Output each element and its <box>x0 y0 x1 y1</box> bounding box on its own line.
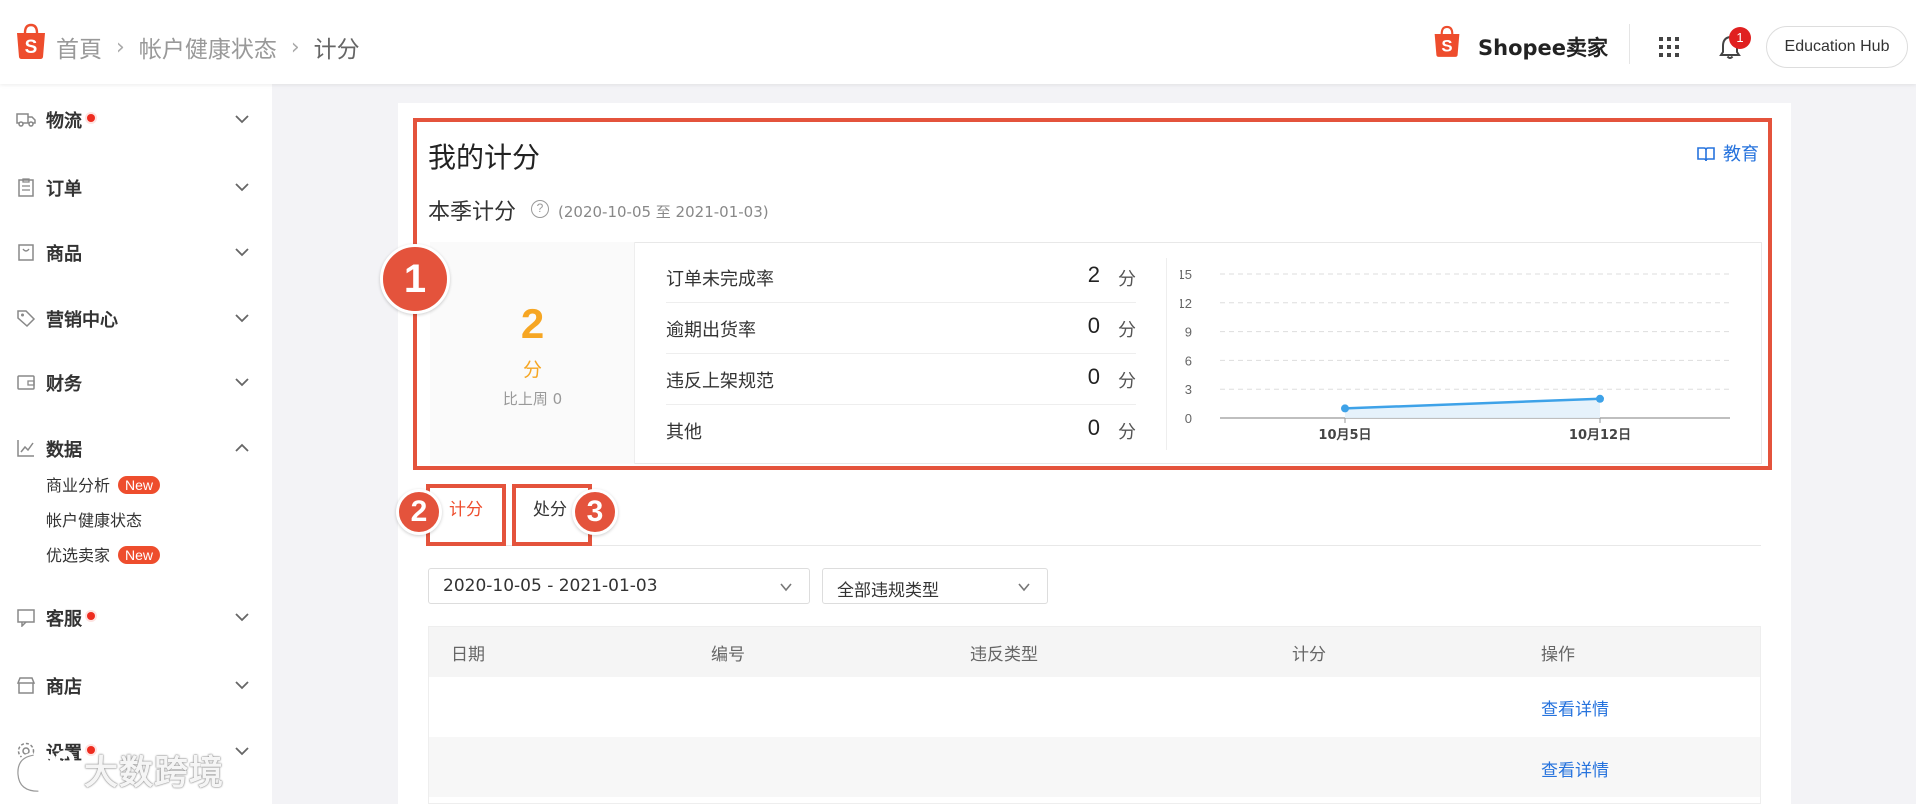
sidebar-item-products[interactable]: 商品 <box>0 232 272 272</box>
product-bag-icon <box>18 244 34 261</box>
chevron-down-icon <box>235 248 249 257</box>
notification-badge: 1 <box>1729 27 1751 49</box>
annotation-highlight-box <box>413 118 1772 470</box>
view-details-link[interactable]: 查看详情 <box>1541 695 1609 720</box>
breadcrumb-account-health[interactable]: 帐户健康状态 <box>139 30 277 64</box>
sidebar-subitem-account-health[interactable]: 帐户健康状态 <box>46 507 142 533</box>
date-range-select[interactable]: 2020-10-05 - 2021-01-03 <box>428 568 810 604</box>
wallet-icon <box>17 375 35 390</box>
brand-name: Shopee卖家 <box>1478 36 1609 60</box>
chevron-down-icon <box>1018 583 1030 592</box>
breadcrumb-separator: › <box>116 34 125 60</box>
sidebar-item-label: 营销中心 <box>46 310 118 331</box>
alert-dot <box>87 114 95 122</box>
new-badge: New <box>118 546 161 564</box>
column-header-score: 计分 <box>1292 645 1326 665</box>
top-bar: S 首頁 › 帐户健康状态 › 计分 S Shopee卖家 1 Educatio… <box>0 0 1916 84</box>
watermark-logo <box>14 750 75 795</box>
sidebar-item-marketing[interactable]: 营销中心 <box>0 298 272 338</box>
column-header-id: 编号 <box>711 645 745 665</box>
breadcrumb-separator: › <box>290 34 300 60</box>
column-header-action: 操作 <box>1541 645 1575 665</box>
new-badge: New <box>118 476 161 494</box>
truck-icon <box>16 113 36 127</box>
chevron-down-icon <box>235 183 249 192</box>
subitem-label: 优选卖家 <box>46 546 111 565</box>
sidebar-item-logistics[interactable]: 物流 <box>0 99 272 139</box>
chevron-up-icon <box>235 443 249 452</box>
chat-icon <box>17 609 35 627</box>
chevron-down-icon <box>780 583 792 592</box>
education-hub-button[interactable]: Education Hub <box>1766 26 1908 68</box>
subitem-label: 帐户健康状态 <box>46 511 143 530</box>
chevron-down-icon <box>235 378 249 387</box>
date-range-value: 2020-10-05 - 2021-01-03 <box>443 576 658 596</box>
sidebar-item-finance[interactable]: 财务 <box>0 362 272 402</box>
store-icon <box>16 677 36 694</box>
sidebar-subitem-business-insights[interactable]: 商业分析 New <box>46 472 161 498</box>
alert-dot <box>87 612 95 620</box>
svg-text:S: S <box>1441 37 1452 56</box>
chevron-down-icon <box>235 747 249 756</box>
tag-icon <box>17 310 36 328</box>
sidebar-subitem-preferred-seller[interactable]: 优选卖家 New <box>46 542 161 568</box>
column-header-date: 日期 <box>451 645 485 665</box>
header-divider <box>1629 24 1630 64</box>
column-header-violation-type: 违反类型 <box>970 645 1038 665</box>
sidebar-item-label: 客服 <box>46 609 82 630</box>
sidebar-item-customer-service[interactable]: 客服 <box>0 597 272 637</box>
sidebar-item-label: 商品 <box>46 244 82 265</box>
clipboard-icon <box>18 178 34 197</box>
chevron-down-icon <box>235 613 249 622</box>
sidebar-item-label: 数据 <box>46 440 82 461</box>
sidebar-item-label: 订单 <box>46 179 82 200</box>
view-details-link[interactable]: 查看详情 <box>1541 756 1609 781</box>
sidebar-item-data[interactable]: 数据 <box>0 428 272 468</box>
annotation-marker: 1 <box>380 244 450 314</box>
violation-type-select[interactable]: 全部违规类型 <box>822 568 1048 604</box>
annotation-marker: 3 <box>572 489 618 535</box>
breadcrumb: 首頁 › 帐户健康状态 › 计分 <box>56 30 360 64</box>
chevron-down-icon <box>235 314 249 323</box>
sidebar-item-label: 财务 <box>46 374 82 395</box>
watermark: 大数跨境 <box>12 745 224 796</box>
apps-grid-icon[interactable] <box>1658 36 1680 58</box>
shopee-logo-icon[interactable]: S <box>14 22 48 60</box>
sidebar-item-orders[interactable]: 订单 <box>0 167 272 207</box>
annotation-marker: 2 <box>396 489 442 535</box>
breadcrumb-current: 计分 <box>313 37 360 63</box>
breadcrumb-home[interactable]: 首頁 <box>56 30 102 64</box>
subitem-label: 商业分析 <box>46 476 111 495</box>
chart-icon <box>17 440 34 457</box>
sidebar-item-label: 商店 <box>46 677 82 698</box>
tab-divider <box>428 545 1761 546</box>
watermark-text: 大数跨境 <box>84 753 224 793</box>
chevron-down-icon <box>235 115 249 124</box>
shopee-brand-logo-icon: S <box>1432 24 1462 58</box>
sidebar-item-label: 物流 <box>46 111 82 132</box>
violation-type-value: 全部违规类型 <box>837 581 939 601</box>
chevron-down-icon <box>235 681 249 690</box>
svg-text:S: S <box>25 37 38 58</box>
sidebar-item-store[interactable]: 商店 <box>0 665 272 705</box>
